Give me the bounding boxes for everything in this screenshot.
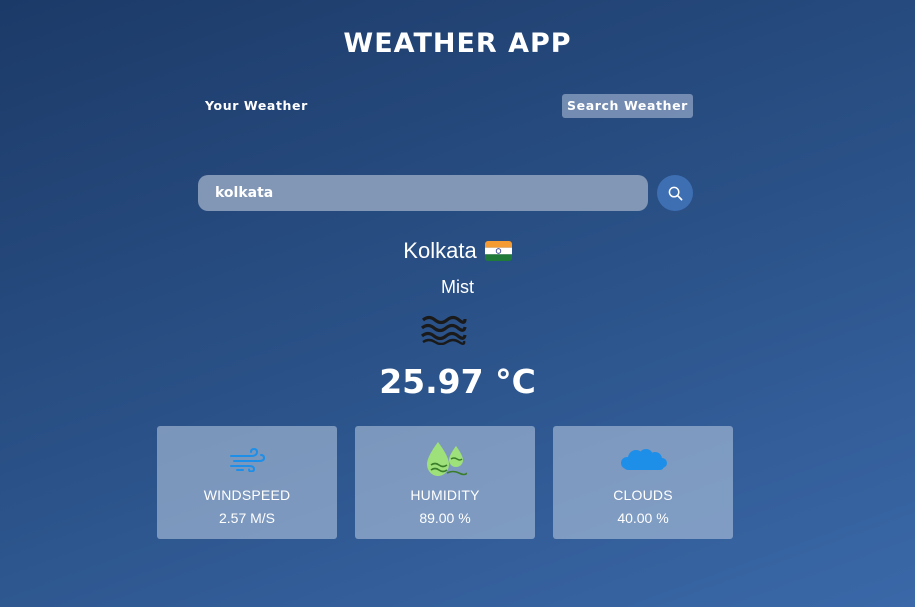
humidity-icon (355, 440, 535, 478)
stat-card-humidity: HUMIDITY 89.00 % (355, 426, 535, 539)
stat-card-clouds: CLOUDS 40.00 % (553, 426, 733, 539)
city-heading: Kolkata (0, 238, 915, 264)
tab-your-weather[interactable]: Your Weather (205, 98, 308, 113)
search-input[interactable] (198, 175, 648, 211)
windspeed-value: 2.57 M/S (218, 510, 276, 526)
tab-search-weather[interactable]: Search Weather (562, 94, 693, 118)
clouds-label: CLOUDS (613, 487, 673, 503)
windspeed-label: WINDSPEED (203, 487, 291, 503)
app-title: WEATHER APP (343, 28, 572, 59)
temperature: 25.97 °C (379, 362, 536, 401)
city-name: Kolkata (403, 238, 477, 263)
cloud-icon (553, 448, 733, 472)
mist-icon (419, 313, 467, 350)
search-button[interactable] (657, 175, 693, 211)
humidity-label: HUMIDITY (410, 487, 480, 503)
humidity-value: 89.00 % (419, 510, 471, 526)
india-flag-icon (484, 241, 512, 261)
wind-icon (157, 448, 337, 472)
clouds-value: 40.00 % (617, 510, 669, 526)
stat-card-windspeed: WINDSPEED 2.57 M/S (157, 426, 337, 539)
weather-condition: Mist (441, 277, 474, 297)
search-icon (668, 186, 682, 200)
